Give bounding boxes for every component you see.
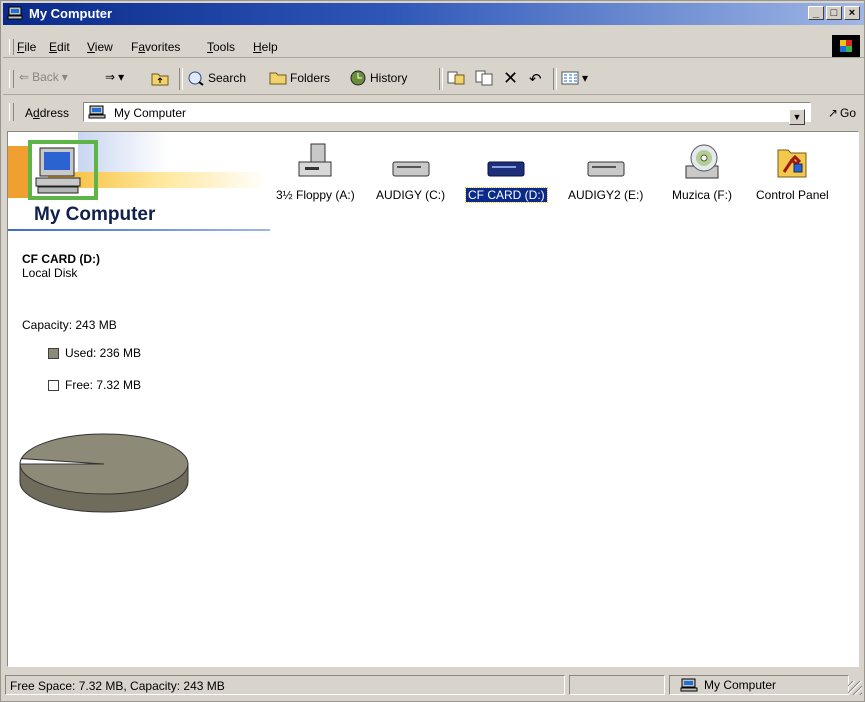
toolbar-grip[interactable] bbox=[9, 70, 14, 88]
menu-view[interactable]: View bbox=[87, 40, 113, 54]
selected-drive-name: CF CARD (D:) bbox=[22, 252, 100, 266]
resize-grip[interactable] bbox=[848, 681, 862, 695]
explorer-window: My Computer _ □ × File Edit View Favorit… bbox=[0, 0, 865, 702]
hard-disk-icon bbox=[392, 161, 430, 177]
drive-label: Control Panel bbox=[756, 188, 829, 202]
back-arrow-icon: ⇐ bbox=[19, 70, 30, 84]
drive-muzica-f[interactable]: Muzica (F:) bbox=[670, 138, 734, 202]
back-button[interactable]: ⇐ Back ▾ bbox=[19, 70, 68, 84]
control-panel-icon bbox=[777, 149, 807, 178]
address-input[interactable]: My Computer bbox=[83, 102, 811, 122]
info-pane-banner: My Computer bbox=[8, 132, 270, 232]
search-button[interactable]: Search bbox=[187, 70, 246, 86]
move-to-button[interactable] bbox=[447, 70, 465, 86]
undo-button[interactable]: ↶ bbox=[529, 70, 542, 88]
drive-label: AUDIGY2 (E:) bbox=[568, 188, 644, 202]
used-legend: Used: 236 MB bbox=[48, 346, 141, 360]
forward-arrow-icon: ⇒ bbox=[105, 70, 116, 84]
my-computer-icon bbox=[7, 6, 23, 20]
address-computer-icon bbox=[88, 105, 106, 119]
address-value: My Computer bbox=[114, 106, 187, 120]
drive-label: Muzica (F:) bbox=[672, 188, 732, 202]
back-dropdown-icon: ▾ bbox=[61, 70, 68, 84]
move-to-icon bbox=[447, 71, 465, 85]
free-legend: Free: 7.32 MB bbox=[48, 378, 141, 392]
go-arrow-icon: ↗ bbox=[827, 106, 838, 120]
search-label: Search bbox=[208, 71, 247, 85]
menu-edit[interactable]: Edit bbox=[49, 40, 70, 54]
history-icon bbox=[350, 70, 366, 86]
drive-audigy-c[interactable]: AUDIGY (C:) bbox=[374, 138, 447, 202]
up-button[interactable] bbox=[151, 70, 169, 86]
hard-disk-icon bbox=[587, 161, 625, 177]
maximize-button[interactable]: □ bbox=[826, 6, 842, 20]
free-swatch bbox=[48, 379, 59, 391]
delete-button[interactable]: ✕ bbox=[503, 68, 519, 88]
search-icon bbox=[188, 71, 204, 86]
address-grip[interactable] bbox=[9, 103, 14, 121]
status-free-space: Free Space: 7.32 MB, Capacity: 243 MB bbox=[5, 675, 565, 695]
status-zone-label: My Computer bbox=[704, 678, 777, 692]
folders-button[interactable]: Folders bbox=[269, 70, 330, 86]
title-bar[interactable]: My Computer _ □ × bbox=[3, 3, 864, 25]
capacity-text: Capacity: 243 MB bbox=[22, 318, 117, 332]
cd-drive-icon bbox=[685, 144, 719, 179]
go-label: Go bbox=[839, 106, 856, 120]
views-dropdown-icon: ▾ bbox=[582, 71, 589, 85]
used-text: Used: 236 MB bbox=[65, 346, 142, 360]
status-empty-pane bbox=[569, 675, 665, 695]
history-button[interactable]: History bbox=[349, 70, 407, 86]
status-bar: Free Space: 7.32 MB, Capacity: 243 MB My… bbox=[3, 671, 864, 699]
drive-label: AUDIGY (C:) bbox=[376, 188, 446, 202]
forward-dropdown-icon: ▾ bbox=[118, 70, 125, 84]
used-swatch bbox=[48, 347, 59, 359]
floppy-drive-icon bbox=[298, 143, 332, 177]
views-icon bbox=[561, 71, 579, 85]
drive-control-panel[interactable]: Control Panel bbox=[754, 138, 831, 202]
disk-usage-pie-chart bbox=[19, 433, 189, 513]
address-dropdown-button[interactable]: ▼ bbox=[789, 109, 805, 125]
copy-to-icon bbox=[475, 70, 493, 86]
drive-list: 3½ Floppy (A:) AUDIGY (C:) CF CARD (D:) … bbox=[270, 132, 858, 232]
copy-to-button[interactable] bbox=[475, 70, 493, 86]
content-area: My Computer CF CARD (D:) Local Disk Capa… bbox=[7, 131, 859, 667]
windows-logo-icon bbox=[832, 35, 860, 57]
drive-floppy-a[interactable]: 3½ Floppy (A:) bbox=[274, 138, 357, 202]
info-pane-title: My Computer bbox=[34, 204, 156, 225]
menu-tools[interactable]: Tools bbox=[207, 40, 235, 54]
status-computer-icon bbox=[680, 678, 698, 692]
free-text: Free: 7.32 MB bbox=[65, 378, 142, 392]
folders-label: Folders bbox=[290, 71, 331, 85]
delete-icon: ✕ bbox=[503, 68, 519, 88]
menu-grip[interactable] bbox=[9, 39, 14, 55]
drive-label: 3½ Floppy (A:) bbox=[276, 188, 355, 202]
drive-label: CF CARD (D:) bbox=[465, 187, 548, 203]
info-pane: My Computer CF CARD (D:) Local Disk Capa… bbox=[8, 132, 270, 666]
menu-bar: File Edit View Favorites Tools Help bbox=[3, 37, 864, 58]
back-label: Back bbox=[32, 70, 59, 84]
window-title: My Computer bbox=[29, 6, 113, 21]
menu-favorites[interactable]: Favorites bbox=[131, 40, 180, 54]
close-button[interactable]: × bbox=[844, 6, 860, 20]
address-bar: Address My Computer ▼ ↗ Go bbox=[3, 98, 864, 128]
address-label: Address bbox=[25, 106, 70, 120]
views-button[interactable]: ▾ bbox=[561, 70, 588, 86]
my-computer-large-icon bbox=[35, 147, 81, 194]
drive-audigy2-e[interactable]: AUDIGY2 (E:) bbox=[566, 138, 645, 202]
status-zone: My Computer bbox=[669, 675, 849, 695]
undo-icon: ↶ bbox=[529, 71, 542, 88]
menu-help[interactable]: Help bbox=[253, 40, 278, 54]
menu-file[interactable]: File bbox=[17, 40, 36, 54]
selected-drive-type: Local Disk bbox=[22, 266, 78, 280]
forward-button[interactable]: ⇒ ▾ bbox=[105, 70, 124, 84]
standard-toolbar: ⇐ Back ▾ ⇒ ▾ Search Folders History ✕ ↶ … bbox=[3, 64, 864, 95]
minimize-button[interactable]: _ bbox=[808, 6, 824, 20]
drive-cf-card-d[interactable]: CF CARD (D:) bbox=[465, 138, 548, 203]
folders-icon bbox=[269, 72, 287, 85]
up-folder-icon bbox=[151, 73, 169, 86]
history-label: History bbox=[370, 71, 408, 85]
hard-disk-icon bbox=[487, 161, 525, 177]
go-button[interactable]: ↗ Go bbox=[828, 106, 856, 120]
